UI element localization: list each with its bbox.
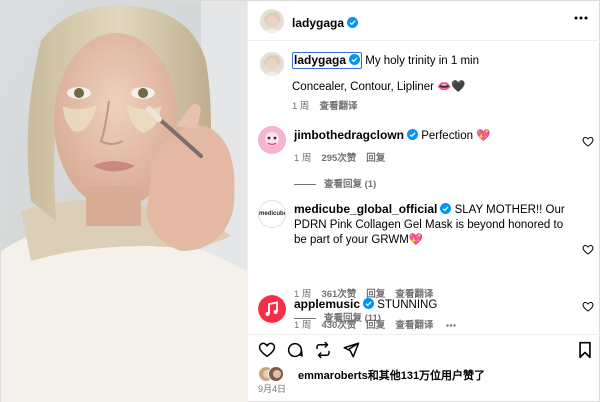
comment-line: jimbothedragclown Perfection 💖 — [294, 128, 574, 144]
verified-badge-icon — [407, 129, 419, 140]
comment-heart-icon[interactable] — [582, 244, 594, 255]
caption: ladygaga My holy trinity in 1 min Concea… — [248, 42, 600, 114]
comment-line: applemusic STUNNING — [294, 297, 574, 313]
likes-summary[interactable]: emmaroberts和其他131万位用户赞了 — [258, 365, 598, 385]
comment-meta: 1 周 430次赞 回复 查看翻译 — [294, 317, 456, 331]
comment-text: STUNNING — [377, 299, 438, 311]
reply-button[interactable]: 回复 — [366, 153, 385, 164]
author-name-row: ladygaga — [292, 14, 359, 32]
post-image[interactable] — [1, 1, 247, 402]
action-bar — [248, 334, 600, 364]
caption-username[interactable]: ladygaga — [294, 53, 346, 67]
comment-username[interactable]: jimbothedragclown — [294, 128, 404, 142]
bookmark-icon[interactable] — [578, 341, 592, 359]
caption-time[interactable]: 1 周 — [292, 101, 309, 112]
comment-line: medicube_global_official SLAY MOTHER!! O… — [294, 202, 579, 248]
comment-heart-icon[interactable] — [582, 136, 594, 147]
post-window: ladygaga ladygaga My holy trinity in 1 m… — [0, 0, 600, 402]
caption-line: ladygaga My holy trinity in 1 min — [292, 52, 592, 69]
avatar-image-icon — [258, 126, 286, 154]
liker-avatar — [268, 366, 284, 382]
translate-link[interactable]: 查看翻译 — [395, 320, 433, 331]
portrait-illustration — [1, 1, 247, 402]
comment-username[interactable]: applemusic — [294, 297, 360, 311]
comment-likes[interactable]: 295次赞 — [321, 153, 356, 164]
comment-item: medicube medicube_global_official SLAY M… — [248, 198, 600, 300]
view-replies[interactable]: 查看回复 (1) — [294, 176, 376, 190]
comment-time[interactable]: 1 周 — [294, 153, 311, 164]
avatar-logo-text: medicube — [259, 211, 286, 217]
verified-badge-icon — [440, 203, 452, 214]
author-username[interactable]: ladygaga — [292, 16, 344, 30]
comment-username[interactable]: medicube_global_official — [294, 202, 437, 216]
author-avatar[interactable] — [260, 9, 284, 33]
verified-badge-icon — [349, 54, 361, 65]
post-header: ladygaga — [248, 1, 600, 41]
comment-avatar[interactable] — [258, 295, 286, 323]
comment-avatar[interactable] — [258, 126, 286, 154]
caption-username-box[interactable]: ladygaga — [292, 52, 363, 69]
comment-time[interactable]: 1 周 — [294, 320, 311, 331]
liker-username[interactable]: emmaroberts — [298, 370, 368, 382]
comment-avatar[interactable]: medicube — [258, 200, 286, 228]
comment-likes[interactable]: 430次赞 — [321, 320, 356, 331]
caption-avatar[interactable] — [260, 52, 284, 76]
comment-meta: 1 周 295次赞 回复 — [294, 150, 395, 164]
comment-text: Perfection 💖 — [421, 130, 491, 142]
caption-title: My holy trinity in 1 min — [365, 55, 479, 67]
avatar-image-icon — [260, 52, 284, 76]
comment-item: jimbothedragclown Perfection 💖 1 周 295次赞回… — [248, 124, 600, 194]
more-options-icon[interactable] — [574, 16, 588, 20]
caption-meta: 1 周查看翻译 — [292, 98, 367, 112]
avatar-image-icon — [269, 367, 283, 381]
replies-divider — [294, 183, 316, 185]
comment-icon[interactable] — [286, 341, 304, 359]
repost-icon[interactable] — [314, 341, 332, 359]
verified-badge-icon — [347, 17, 359, 28]
apple-music-logo-icon — [258, 295, 286, 323]
heart-icon[interactable] — [258, 341, 276, 358]
view-replies-label[interactable]: 查看回复 (1) — [324, 179, 376, 190]
post-date[interactable]: 9月4日 — [258, 382, 286, 395]
caption-body: Concealer, Contour, Lipliner 👄🖤 — [292, 81, 466, 93]
verified-badge-icon — [363, 298, 375, 309]
reply-button[interactable]: 回复 — [366, 320, 385, 331]
share-icon[interactable] — [342, 341, 360, 359]
likes-text: emmaroberts和其他131万位用户赞了 — [298, 367, 485, 383]
comment-heart-icon[interactable] — [582, 301, 594, 312]
avatar-image-icon — [260, 9, 284, 33]
caption-translate-link[interactable]: 查看翻译 — [319, 101, 357, 112]
post-detail-panel: ladygaga ladygaga My holy trinity in 1 m… — [247, 1, 600, 402]
comment-more-icon[interactable] — [446, 324, 456, 327]
likes-count-text[interactable]: 和其他131万位用户赞了 — [368, 370, 485, 382]
comments-list[interactable]: ladygaga My holy trinity in 1 min Concea… — [248, 42, 600, 333]
comment-item: applemusic STUNNING 1 周 430次赞 回复 查看翻译 — [248, 293, 600, 333]
